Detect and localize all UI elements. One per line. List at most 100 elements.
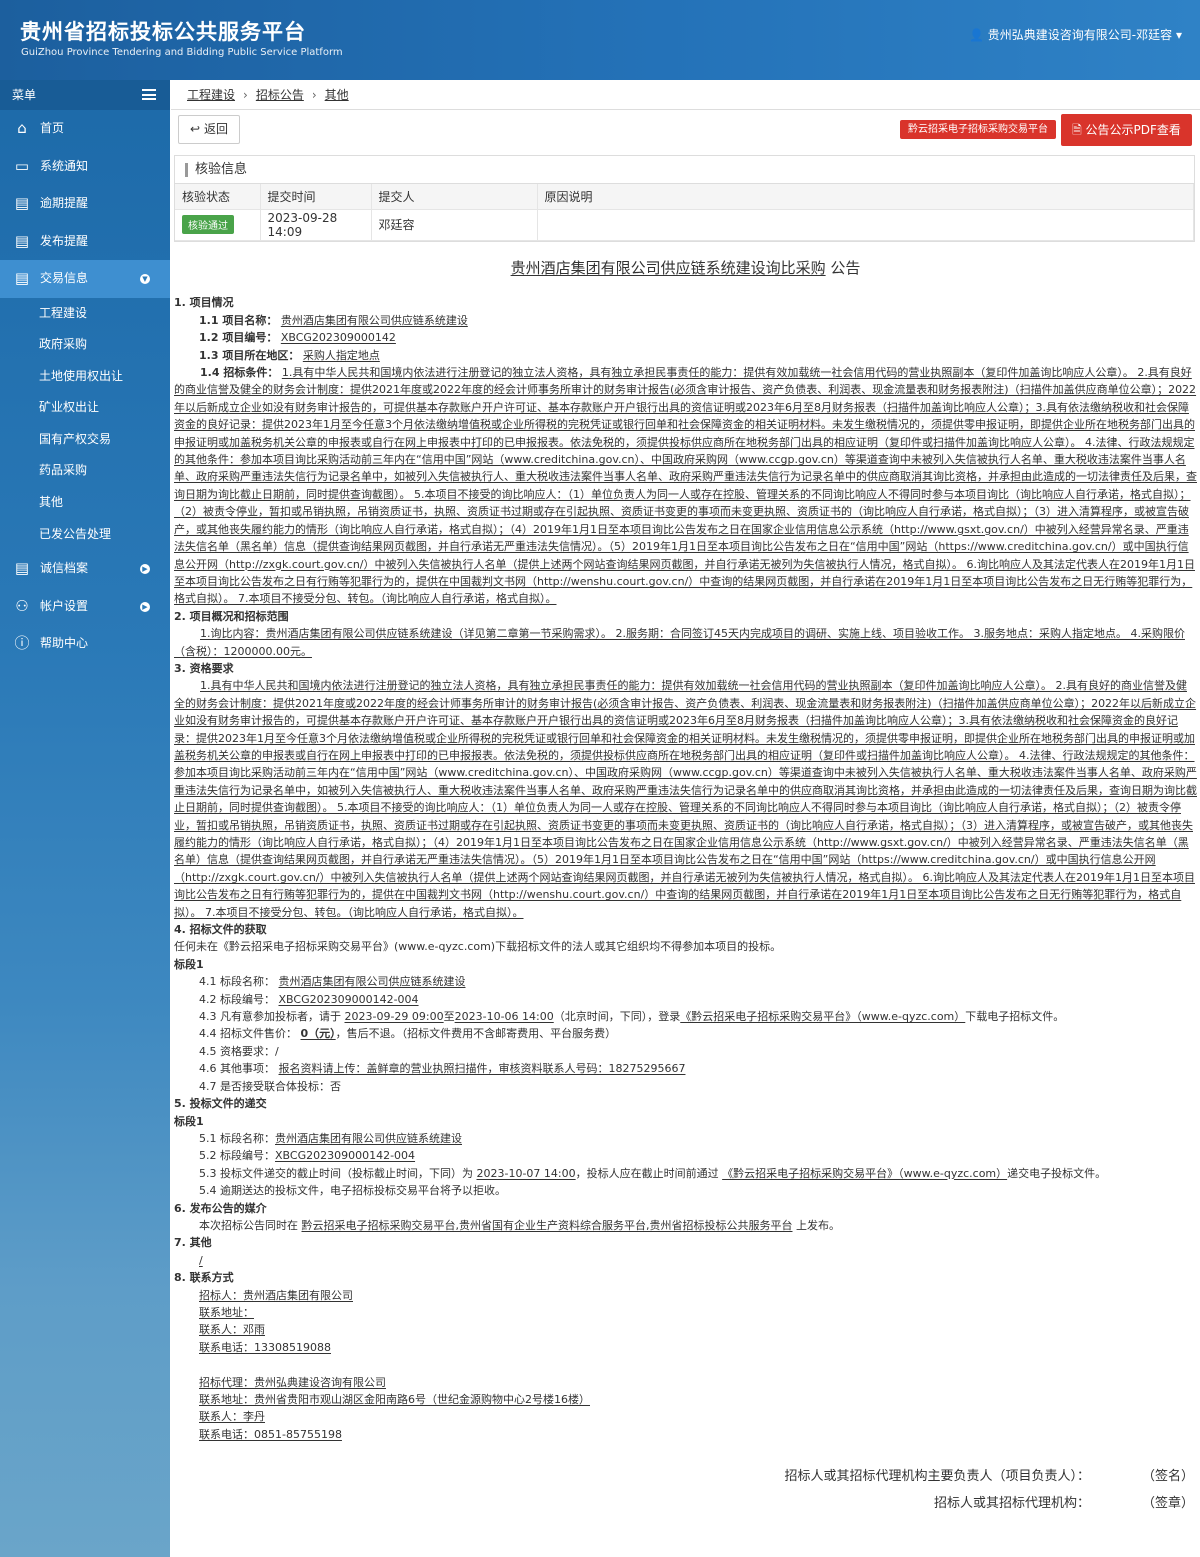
platform-link-button[interactable]: 黔云招采电子招标采购交易平台 bbox=[900, 120, 1056, 139]
sidebar-item-credit[interactable]: ▤ 诚信档案 ▶ bbox=[0, 550, 170, 588]
section-heading: 5. 投标文件的递交 bbox=[174, 1097, 267, 1111]
field-value: 贵州酒店集团有限公司供应链系统建设 bbox=[278, 975, 466, 989]
sidebar-subitem-engineering[interactable]: 工程建设 bbox=[0, 298, 170, 330]
list-icon: ▤ bbox=[14, 194, 30, 212]
sidebar-item-home[interactable]: ⌂ 首页 bbox=[0, 110, 170, 148]
action-bar: ↩ 返回 黔云招采电子招标采购交易平台 🗎 公告公示PDF查看 bbox=[171, 114, 1200, 146]
sidebar-item-help[interactable]: ⓘ 帮助中心 bbox=[0, 625, 170, 663]
contact-line: 联系地址：贵州省贵阳市观山湖区金阳南路6号（世纪金源购物中心2号楼16楼） bbox=[174, 1391, 1197, 1408]
chevron-right-icon: ▶ bbox=[140, 564, 150, 575]
sidebar-item-account[interactable]: ⚇ 帐户设置 ▶ bbox=[0, 588, 170, 626]
sidebar-item-notice[interactable]: ▭ 系统通知 bbox=[0, 148, 170, 186]
field-text: （北京时间，下同），登录 bbox=[553, 1010, 681, 1024]
field-key: 4.4 招标文件售价： bbox=[199, 1027, 297, 1041]
sidebar-item-overdue[interactable]: ▤ 逾期提醒 bbox=[0, 185, 170, 223]
field-key: 4.6 其他事项： bbox=[199, 1062, 275, 1076]
platform-link[interactable]: 《黔云招采电子招标采购交易平台》（www.e-qyzc.com） bbox=[722, 1167, 1007, 1180]
field-row: 5.1 标段名称：贵州酒店集团有限公司供应链系统建设 bbox=[174, 1130, 1197, 1147]
top-header: 贵州省招标投标公共服务平台 GuiZhou Province Tendering… bbox=[0, 0, 1200, 80]
back-label: 返回 bbox=[203, 122, 228, 136]
breadcrumb-item[interactable]: 工程建设 bbox=[187, 88, 235, 102]
list-icon: ▤ bbox=[14, 269, 30, 287]
field-row: 4.7 是否接受联合体投标：否 bbox=[199, 1079, 341, 1093]
chevron-right-icon: › bbox=[243, 88, 248, 102]
list-icon: ▤ bbox=[14, 231, 30, 250]
sidebar: 菜单 ⌂ 首页 ▭ 系统通知 ▤ 逾期提醒 ▤ 发布提醒 ▤ 交易信息 ▼ 工程建设 政府采… bbox=[0, 80, 170, 1557]
field-row: 4.1 标段名称： 贵州酒店集团有限公司供应链系统建设 bbox=[174, 973, 1197, 990]
contact-line: 招标代理：贵州弘典建设咨询有限公司 bbox=[174, 1374, 1197, 1391]
table-row: 核验通过 2023-09-28 14:09 邓廷容 bbox=[175, 209, 1194, 241]
sidebar-item-label: 逾期提醒 bbox=[40, 196, 89, 210]
contact-value: 招标代理：贵州弘典建设咨询有限公司 bbox=[199, 1375, 386, 1389]
sidebar-item-label: 帮助中心 bbox=[40, 636, 89, 651]
help-icon: ⓘ bbox=[14, 634, 30, 653]
field-text: 至 bbox=[443, 1010, 455, 1024]
pdf-label: 公告公示PDF查看 bbox=[1085, 123, 1181, 137]
field-text: ，投标人应在截止时间前通过 bbox=[575, 1166, 719, 1180]
section-heading: 7. 其他 bbox=[174, 1236, 212, 1250]
contact-line: 联系电话：0851-85755198 bbox=[174, 1426, 1197, 1443]
chevron-right-icon: › bbox=[311, 88, 317, 102]
monitor-icon: ▭ bbox=[14, 156, 30, 175]
field-key: 5.2 标段编号： bbox=[199, 1149, 275, 1163]
pdf-view-button[interactable]: 🗎 公告公示PDF查看 bbox=[1061, 114, 1192, 146]
seal-line: 招标人或其招标代理机构： （签章） bbox=[933, 1496, 1194, 1511]
field-text: ，售后不退。（招标文件费用不含邮寄费用、平台服务费） bbox=[335, 1027, 617, 1041]
field-row: 4.3 凡有意参加投标者，请于 2023-09-29 09:00至2023-10… bbox=[174, 1008, 1197, 1025]
field-value: / bbox=[199, 1253, 203, 1267]
contact-line: 联系地址： bbox=[174, 1304, 1197, 1321]
platform-link[interactable]: 《黔云招采电子招标采购交易平台》（www.e-qyzc.com） bbox=[680, 1010, 965, 1023]
status-badge: 核验通过 bbox=[182, 215, 234, 234]
field-key: 4.1 标段名称： bbox=[199, 975, 275, 989]
lot-heading: 标段1 bbox=[174, 957, 204, 971]
contact-value: 联系人：李丹 bbox=[199, 1410, 265, 1424]
sidebar-subitem-published[interactable]: 已发公告处理 bbox=[0, 519, 170, 551]
archive-icon: ▤ bbox=[14, 559, 30, 578]
home-icon: ⌂ bbox=[17, 119, 27, 137]
back-button[interactable]: ↩ 返回 bbox=[178, 115, 240, 144]
sidebar-subitem-mining[interactable]: 矿业权出让 bbox=[0, 392, 170, 424]
field-value: 2023-09-29 09:00 bbox=[344, 1010, 444, 1024]
section-heading: 4. 招标文件的获取 bbox=[174, 923, 267, 937]
platform-title: 贵州省招标投标公共服务平台 bbox=[20, 20, 306, 44]
sidebar-subitem-property[interactable]: 国有产权交易 bbox=[0, 424, 170, 456]
field-value: 2023-10-06 14:00 bbox=[454, 1010, 554, 1024]
sidebar-subitem-drug[interactable]: 药品采购 bbox=[0, 455, 170, 487]
field-row: 4.5 资格要求：/ bbox=[199, 1044, 279, 1058]
column-header: 提交时间 bbox=[260, 184, 372, 210]
field-text: 上发布。 bbox=[796, 1218, 840, 1232]
paragraph: 任何未在《黔云招采电子招标采购交易平台》(www.e-qyzc.com)下载招标… bbox=[174, 940, 782, 954]
field-key: 1.3 项目所在地区： bbox=[199, 348, 300, 362]
breadcrumb-item[interactable]: 其他 bbox=[325, 88, 349, 102]
field-row: 1.2 项目编号： XBCG202309000142 bbox=[174, 329, 1197, 346]
sidebar-subitem-land[interactable]: 土地使用权出让 bbox=[0, 361, 170, 393]
hamburger-icon[interactable] bbox=[142, 89, 156, 100]
breadcrumb-item[interactable]: 招标公告 bbox=[256, 88, 304, 102]
sidebar-subitem-other[interactable]: 其他 bbox=[0, 487, 170, 519]
sidebar-subitem-gov-procurement[interactable]: 政府采购 bbox=[0, 329, 170, 361]
media-links[interactable]: 黔云招采电子招标采购交易平台,贵州省国有企业生产资料综合服务平台,贵州省招标投标… bbox=[302, 1219, 793, 1232]
paragraph: 1.询比内容：贵州酒店集团有限公司供应链系统建设（详见第二章第一节采购需求）。 … bbox=[174, 625, 1197, 660]
sidebar-item-publish[interactable]: ▤ 发布提醒 bbox=[0, 223, 170, 261]
section-heading: 2. 项目概况和招标范围 bbox=[174, 609, 289, 623]
chevron-right-icon: ▶ bbox=[140, 601, 150, 612]
sidebar-item-label: 诚信档案 bbox=[40, 561, 89, 576]
user-menu[interactable]: 👤 贵州弘典建设咨询有限公司-邓廷容 ▾ bbox=[969, 26, 1182, 43]
section-heading: 6. 发布公告的媒介 bbox=[174, 1201, 267, 1215]
title-project: 贵州酒店集团有限公司供应链系统建设询比采购 bbox=[510, 259, 826, 277]
sidebar-item-trade[interactable]: ▤ 交易信息 ▼ bbox=[0, 260, 170, 298]
field-value: 贵州酒店集团有限公司供应链系统建设 bbox=[275, 1131, 462, 1145]
sidebar-item-label: 首页 bbox=[40, 121, 65, 135]
field-value: 2023-10-07 14:00 bbox=[476, 1166, 576, 1180]
field-row: 4.4 招标文件售价： 0（元），售后不退。（招标文件费用不含邮寄费用、平台服务… bbox=[174, 1025, 1197, 1042]
verify-table: 核验状态 提交时间 提交人 原因说明 核验通过 2023-09-28 14:09… bbox=[175, 184, 1194, 241]
field-row: 1.1 项目名称： 贵州酒店集团有限公司供应链系统建设 bbox=[174, 312, 1197, 329]
field-row: 4.2 标段编号： XBCG202309000142-004 bbox=[174, 991, 1197, 1008]
field-value: 1.具有中华人民共和国境内依法进行注册登记的独立法人资格，具有独立承担民事责任的… bbox=[174, 366, 1197, 606]
paragraph-text: 1.询比内容：贵州酒店集团有限公司供应链系统建设（详见第二章第一节采购需求）。 … bbox=[174, 627, 1185, 658]
paragraph: 1.具有中华人民共和国境内依法进行注册登记的独立法人资格，具有独立承担民事责任的… bbox=[174, 677, 1197, 921]
field-key: 5.1 标段名称： bbox=[199, 1131, 275, 1145]
field-key: 1.4 招标条件： bbox=[200, 366, 279, 380]
contact-line: 招标人：贵州酒店集团有限公司 bbox=[174, 1287, 1197, 1304]
contact-value: 联系电话：13308519088 bbox=[199, 1340, 331, 1354]
